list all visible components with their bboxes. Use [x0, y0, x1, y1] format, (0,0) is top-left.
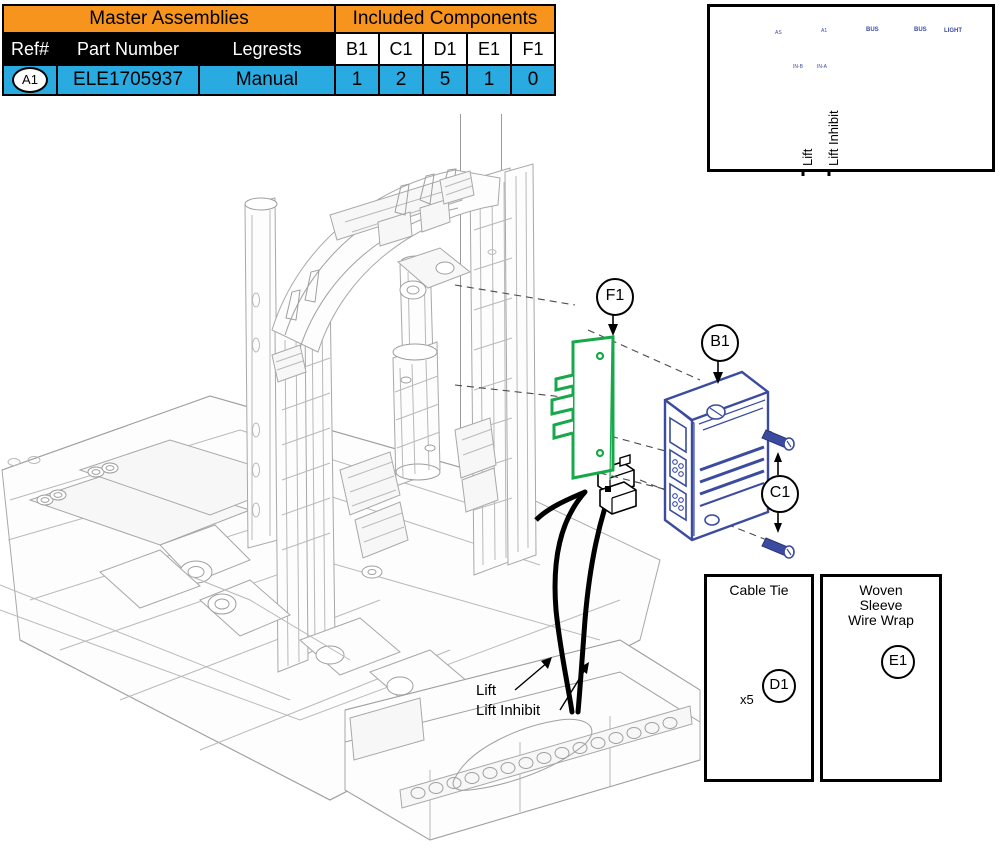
legend-box-wire-wrap: Woven Sleeve Wire Wrap: [820, 574, 942, 782]
legend-title-wire-wrap: Woven Sleeve Wire Wrap: [823, 583, 939, 628]
legend-box-cable-tie: Cable Tie: [704, 574, 814, 782]
screw-lower: [761, 537, 795, 559]
part-b1-control-module: [663, 370, 770, 542]
arrow-head-f1: [608, 324, 618, 336]
legend-title-cable-tie: Cable Tie: [729, 582, 789, 598]
port-label-bus-2: BUS: [914, 27, 927, 33]
callout-bubble-f1[interactable]: F1: [596, 278, 634, 316]
callout-bubble-c1[interactable]: C1: [761, 475, 799, 513]
port-label-in-a: IN-A: [817, 64, 827, 70]
legend-title-line-2: Sleeve: [859, 597, 903, 613]
lift-mast: [244, 197, 279, 549]
port-label-in-b: IN-B: [793, 64, 803, 70]
wire-label-lift-inhibit: Lift Inhibit: [476, 702, 541, 719]
callout-bubble-d1[interactable]: D1: [762, 669, 796, 703]
port-label-bus-1: BUS: [866, 27, 879, 33]
callout-bubble-b1[interactable]: B1: [701, 324, 739, 362]
right-guide-rails: [469, 163, 537, 576]
legend-title-line-1: Woven: [859, 582, 903, 598]
cable-tie-quantity: x5: [740, 692, 754, 707]
inset-wire-label-lift-inhibit: Lift Inhibit: [826, 110, 841, 166]
wire-label-lift: Lift: [476, 682, 497, 699]
legend-title-line-3: Wire Wrap: [848, 612, 914, 628]
wire-connector-lower: [599, 481, 637, 515]
port-label-light: LIGHT: [944, 28, 962, 34]
diagram-canvas: Master Assemblies Included Components Re…: [0, 0, 1000, 867]
inset-wire-label-lift: Lift: [800, 148, 815, 166]
port-label-as: AS: [775, 30, 782, 36]
port-label-a1: A1: [821, 28, 828, 34]
part-f1-bracket: [550, 335, 615, 481]
callout-bubble-e1[interactable]: E1: [881, 645, 915, 679]
